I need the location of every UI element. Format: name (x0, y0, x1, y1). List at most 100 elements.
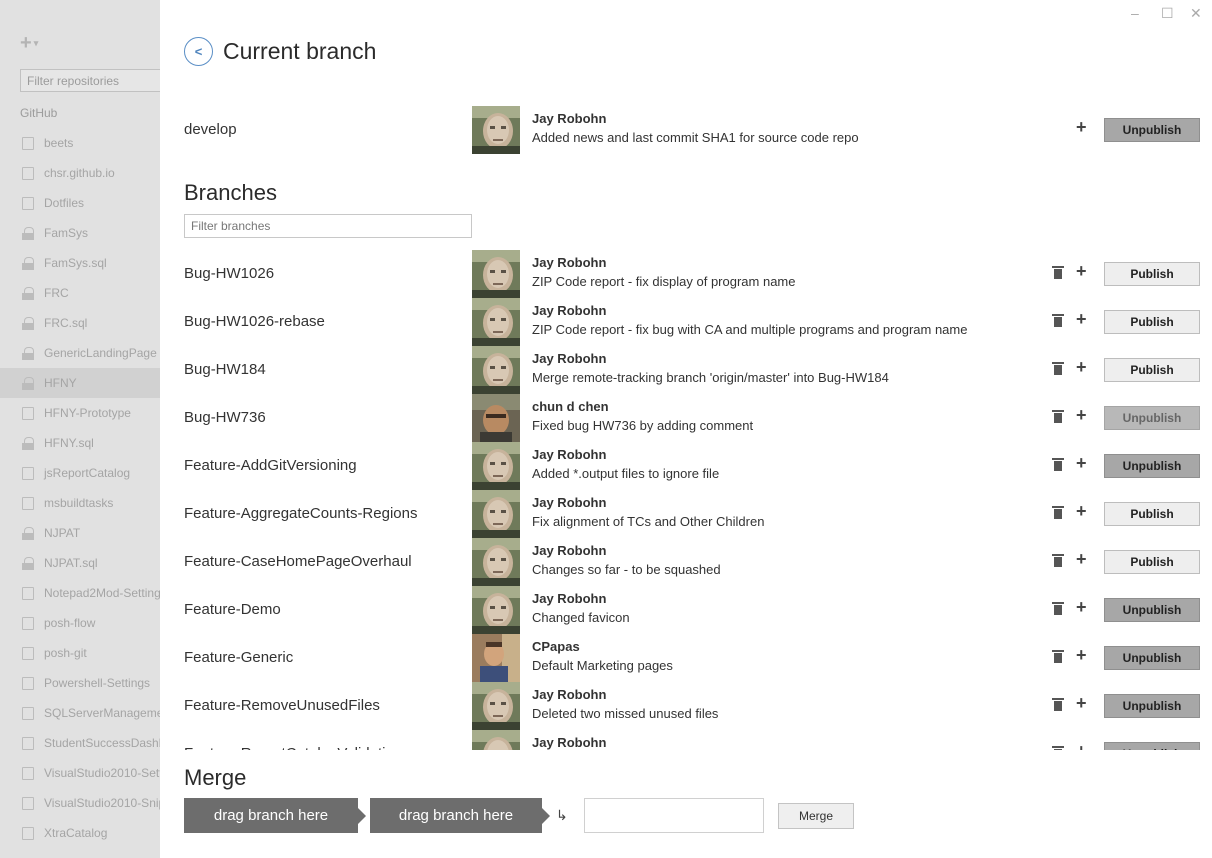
sidebar-item-repo[interactable]: jsReportCatalog (0, 458, 160, 488)
publish-button[interactable]: Publish (1104, 550, 1200, 574)
plus-icon[interactable]: + (1076, 550, 1087, 568)
unpublish-button[interactable]: Unpublish (1104, 694, 1200, 718)
unpublish-button[interactable]: Unpublish (1104, 742, 1200, 750)
sidebar-item-repo[interactable]: VisualStudio2010-Settings (0, 758, 160, 788)
author-avatar (472, 394, 520, 442)
sidebar-item-repo[interactable]: beets (0, 128, 160, 158)
book-icon (22, 496, 34, 510)
sidebar-item-repo[interactable]: XtraCatalog (0, 818, 160, 848)
branch-row[interactable]: Feature-AddGitVersioning Jay Robohn Added … (184, 442, 1200, 490)
close-button[interactable]: ✕ (1190, 5, 1202, 22)
back-button[interactable]: < (184, 37, 213, 66)
sidebar-item-repo[interactable]: FRC.sql (0, 308, 160, 338)
plus-icon[interactable]: + (1076, 646, 1087, 664)
sidebar-item-repo[interactable]: FamSys.sql (0, 248, 160, 278)
branch-row[interactable]: Bug-HW1026-rebase Jay Robohn ZIP Code repo… (184, 298, 1200, 346)
commit-author: Jay Robohn (532, 303, 607, 318)
branch-row[interactable]: Feature-AggregateCounts-Regions Jay Roboh… (184, 490, 1200, 538)
unpublish-button[interactable]: Unpublish (1104, 118, 1200, 142)
sidebar-item-repo[interactable]: VisualStudio2010-Snippets (0, 788, 160, 818)
trash-icon[interactable] (1052, 313, 1064, 328)
sidebar-item-repo[interactable]: Dotfiles (0, 188, 160, 218)
merge-result-field[interactable] (584, 798, 764, 833)
sidebar-item-repo[interactable]: Powershell-Settings (0, 668, 160, 698)
unpublish-button[interactable]: Unpublish (1104, 454, 1200, 478)
add-repository-button[interactable]: + ▾ (20, 32, 38, 55)
avatar-photo (472, 298, 520, 346)
trash-icon[interactable] (1052, 265, 1064, 280)
branch-row[interactable]: Feature-Generic CPapas Default Marketing p… (184, 634, 1200, 682)
sidebar-item-repo[interactable]: HFNY (0, 368, 160, 398)
unpublish-button[interactable]: Unpublish (1104, 646, 1200, 670)
lock-icon (22, 226, 34, 240)
sidebar-item-label: FRC.sql (44, 316, 88, 330)
publish-button[interactable]: Publish (1104, 502, 1200, 526)
sidebar-item-label: Notepad2Mod-Settings (44, 586, 160, 600)
minimize-button[interactable]: – (1131, 5, 1139, 21)
branch-row[interactable]: Bug-HW1026 Jay Robohn ZIP Code report - fi… (184, 250, 1200, 298)
plus-icon[interactable]: + (1076, 310, 1087, 328)
sidebar-item-repo[interactable]: FamSys (0, 218, 160, 248)
sidebar-item-label: FRC (44, 286, 69, 300)
sidebar-item-repo[interactable]: FRC (0, 278, 160, 308)
unpublish-button[interactable]: Unpublish (1104, 598, 1200, 622)
plus-icon[interactable]: + (1076, 118, 1087, 136)
commit-message: Fix alignment of TCs and Other Children (532, 514, 765, 529)
book-icon (22, 466, 34, 480)
plus-icon[interactable]: + (1076, 454, 1087, 472)
maximize-button[interactable]: ☐ (1161, 5, 1174, 22)
sidebar-item-repo[interactable]: NJPAT.sql (0, 548, 160, 578)
author-avatar (472, 682, 520, 730)
plus-icon[interactable]: + (1076, 406, 1087, 424)
branch-name: Bug-HW736 (184, 409, 266, 426)
filter-branches-input[interactable]: Filter branches (184, 214, 472, 238)
sidebar-item-repo[interactable]: posh-flow (0, 608, 160, 638)
plus-icon[interactable]: + (1076, 262, 1087, 280)
branch-row[interactable]: Bug-HW184 Jay Robohn Merge remote-tracking… (184, 346, 1200, 394)
back-arrow-icon: < (194, 44, 203, 59)
sidebar-item-repo[interactable]: HFNY.sql (0, 428, 160, 458)
sidebar-item-repo[interactable]: GenericLandingPage (0, 338, 160, 368)
commit-author: Jay Robohn (532, 111, 607, 126)
plus-icon[interactable]: + (1076, 742, 1087, 750)
trash-icon[interactable] (1052, 745, 1064, 750)
plus-icon[interactable]: + (1076, 694, 1087, 712)
trash-icon[interactable] (1052, 697, 1064, 712)
branch-row[interactable]: Feature-CaseHomePageOverhaul Jay Robohn Ch… (184, 538, 1200, 586)
publish-button[interactable]: Publish (1104, 310, 1200, 334)
sidebar-item-repo[interactable]: Notepad2Mod-Settings (0, 578, 160, 608)
sidebar-item-repo[interactable]: StudentSuccessDashboard (0, 728, 160, 758)
sidebar-item-repo[interactable]: msbuildtasks (0, 488, 160, 518)
sidebar-item-repo[interactable]: chsr.github.io (0, 158, 160, 188)
book-icon (22, 196, 34, 210)
trash-icon[interactable] (1052, 553, 1064, 568)
merge-source-dropzone[interactable]: drag branch here (184, 798, 366, 833)
branch-row[interactable]: Bug-HW736 chun d chen Fixed bug HW736 by a… (184, 394, 1200, 442)
sidebar-item-label: HFNY-Prototype (44, 406, 131, 420)
sidebar-item-repo[interactable]: SQLServerManagement (0, 698, 160, 728)
unpublish-button[interactable]: Unpublish (1104, 406, 1200, 430)
sidebar-item-repo[interactable]: NJPAT (0, 518, 160, 548)
plus-icon[interactable]: + (1076, 502, 1087, 520)
branch-row[interactable]: Feature-RemoveUnusedFiles Jay Robohn Delet… (184, 682, 1200, 730)
branch-row[interactable]: Feature-Demo Jay Robohn Changed favicon + Un… (184, 586, 1200, 634)
sidebar-item-repo[interactable]: HFNY-Prototype (0, 398, 160, 428)
filter-repositories-input[interactable]: Filter repositories (20, 69, 160, 92)
publish-button[interactable]: Publish (1104, 262, 1200, 286)
plus-icon[interactable]: + (1076, 598, 1087, 616)
merge-button[interactable]: Merge (778, 803, 854, 829)
trash-icon[interactable] (1052, 601, 1064, 616)
trash-icon[interactable] (1052, 649, 1064, 664)
trash-icon[interactable] (1052, 505, 1064, 520)
branch-name: Feature-ReportCatalogValidation (184, 745, 402, 750)
commit-author: Jay Robohn (532, 255, 607, 270)
trash-icon[interactable] (1052, 409, 1064, 424)
merge-target-dropzone[interactable]: drag branch here (370, 798, 550, 833)
sidebar-item-repo[interactable]: posh-git (0, 638, 160, 668)
trash-icon[interactable] (1052, 361, 1064, 376)
publish-button[interactable]: Publish (1104, 358, 1200, 382)
author-avatar (472, 586, 520, 634)
branch-row[interactable]: Feature-ReportCatalogValidation Jay Roboh… (184, 730, 1200, 750)
trash-icon[interactable] (1052, 457, 1064, 472)
plus-icon[interactable]: + (1076, 358, 1087, 376)
